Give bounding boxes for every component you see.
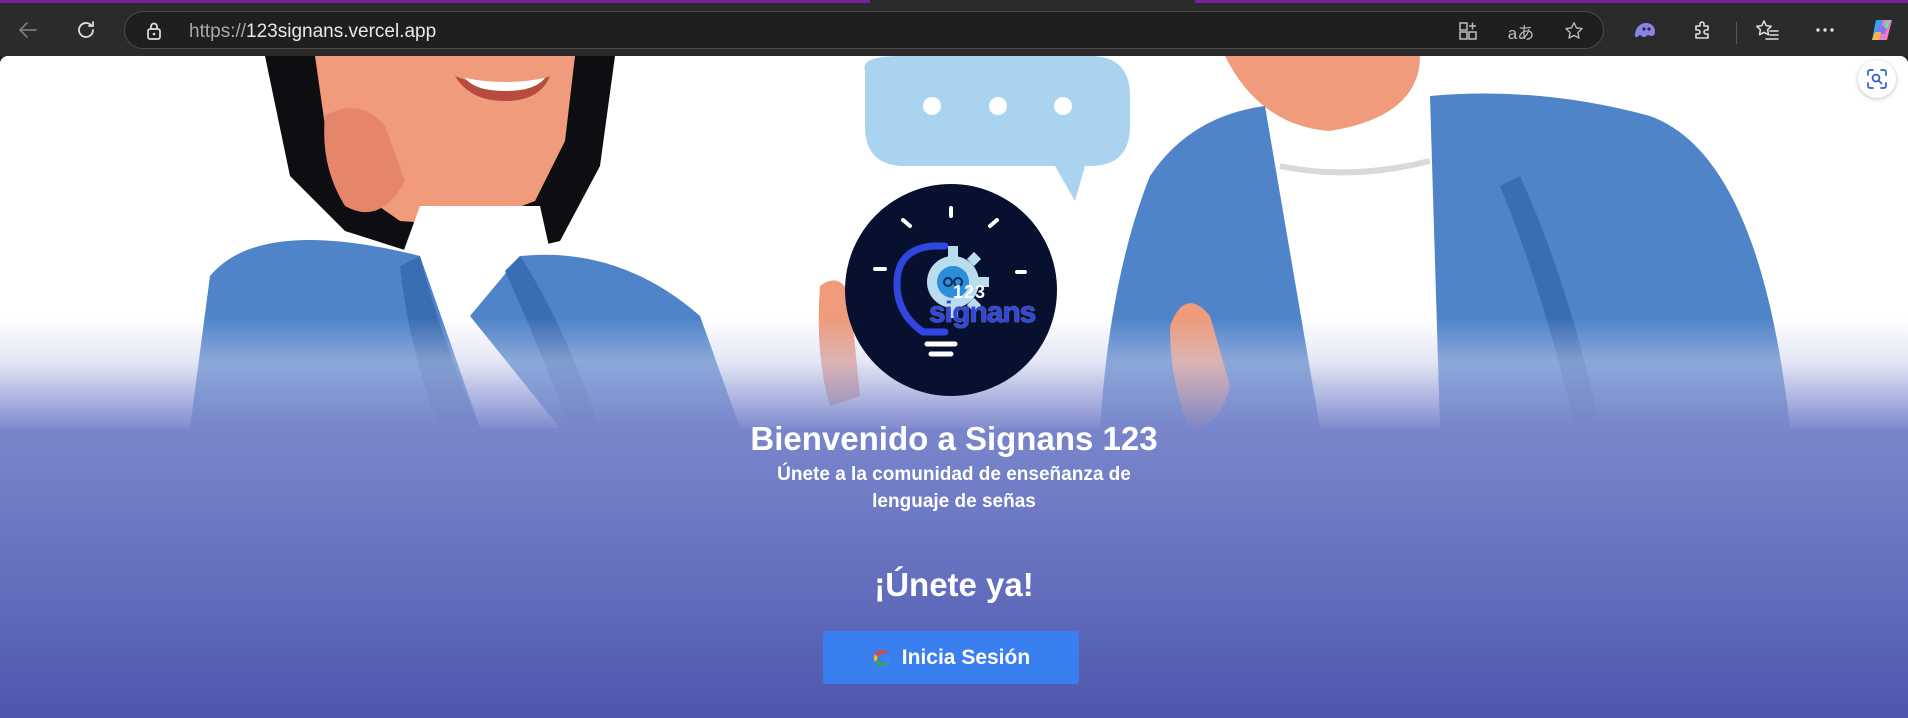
signans-logo: 123 signans [845, 184, 1057, 396]
logo-wordmark: signans [929, 296, 1036, 329]
cta-heading: ¡Únete ya! [874, 566, 1034, 603]
more-button[interactable] [1807, 12, 1843, 48]
visual-search-icon [1867, 69, 1887, 89]
web-page: 123 signans Bienvenido a Signans 123 Úne… [0, 56, 1908, 718]
google-icon [873, 649, 890, 666]
star-icon [1565, 22, 1583, 39]
browser-toolbar: https://123signans.vercel.app aあ [0, 3, 1908, 56]
favorite-button[interactable] [1560, 17, 1588, 45]
toolbar-separator [1736, 22, 1737, 44]
back-arrow-icon [19, 22, 37, 38]
read-aloud-button[interactable]: aあ [1507, 17, 1535, 45]
back-button[interactable] [10, 12, 46, 48]
page-subtitle: Únete a la comunidad de enseñanza de len… [777, 464, 1131, 512]
puzzle-icon [1695, 21, 1709, 39]
ghost-extension-button[interactable] [1627, 12, 1663, 48]
copilot-button[interactable] [1864, 12, 1900, 48]
more-icon [1816, 28, 1834, 32]
page-title: Bienvenido a Signans 123 [750, 420, 1158, 457]
app-available-icon [1459, 22, 1477, 40]
favorites-button[interactable] [1749, 12, 1785, 48]
extensions-button[interactable] [1685, 12, 1721, 48]
favorites-icon [1756, 20, 1779, 40]
lock-icon[interactable] [145, 21, 163, 46]
google-signin-button[interactable]: Inicia Sesión [823, 631, 1079, 684]
copilot-icon [1872, 20, 1892, 40]
refresh-button[interactable] [68, 12, 104, 48]
url-protocol: https:// [189, 21, 247, 42]
address-bar[interactable]: https://123signans.vercel.app aあ [124, 11, 1604, 49]
visual-search-button[interactable] [1858, 60, 1896, 98]
translate-icon: aあ [1507, 23, 1535, 43]
ghost-extension-icon [1635, 23, 1655, 37]
address-url[interactable]: https://123signans.vercel.app [189, 21, 436, 43]
app-available-button[interactable] [1454, 17, 1482, 45]
signin-label: Inicia Sesión [901, 645, 1031, 669]
lightbulb-gear-logo-icon [873, 206, 1027, 357]
refresh-icon [78, 21, 94, 38]
url-host: 123signans.vercel.app [246, 21, 437, 42]
